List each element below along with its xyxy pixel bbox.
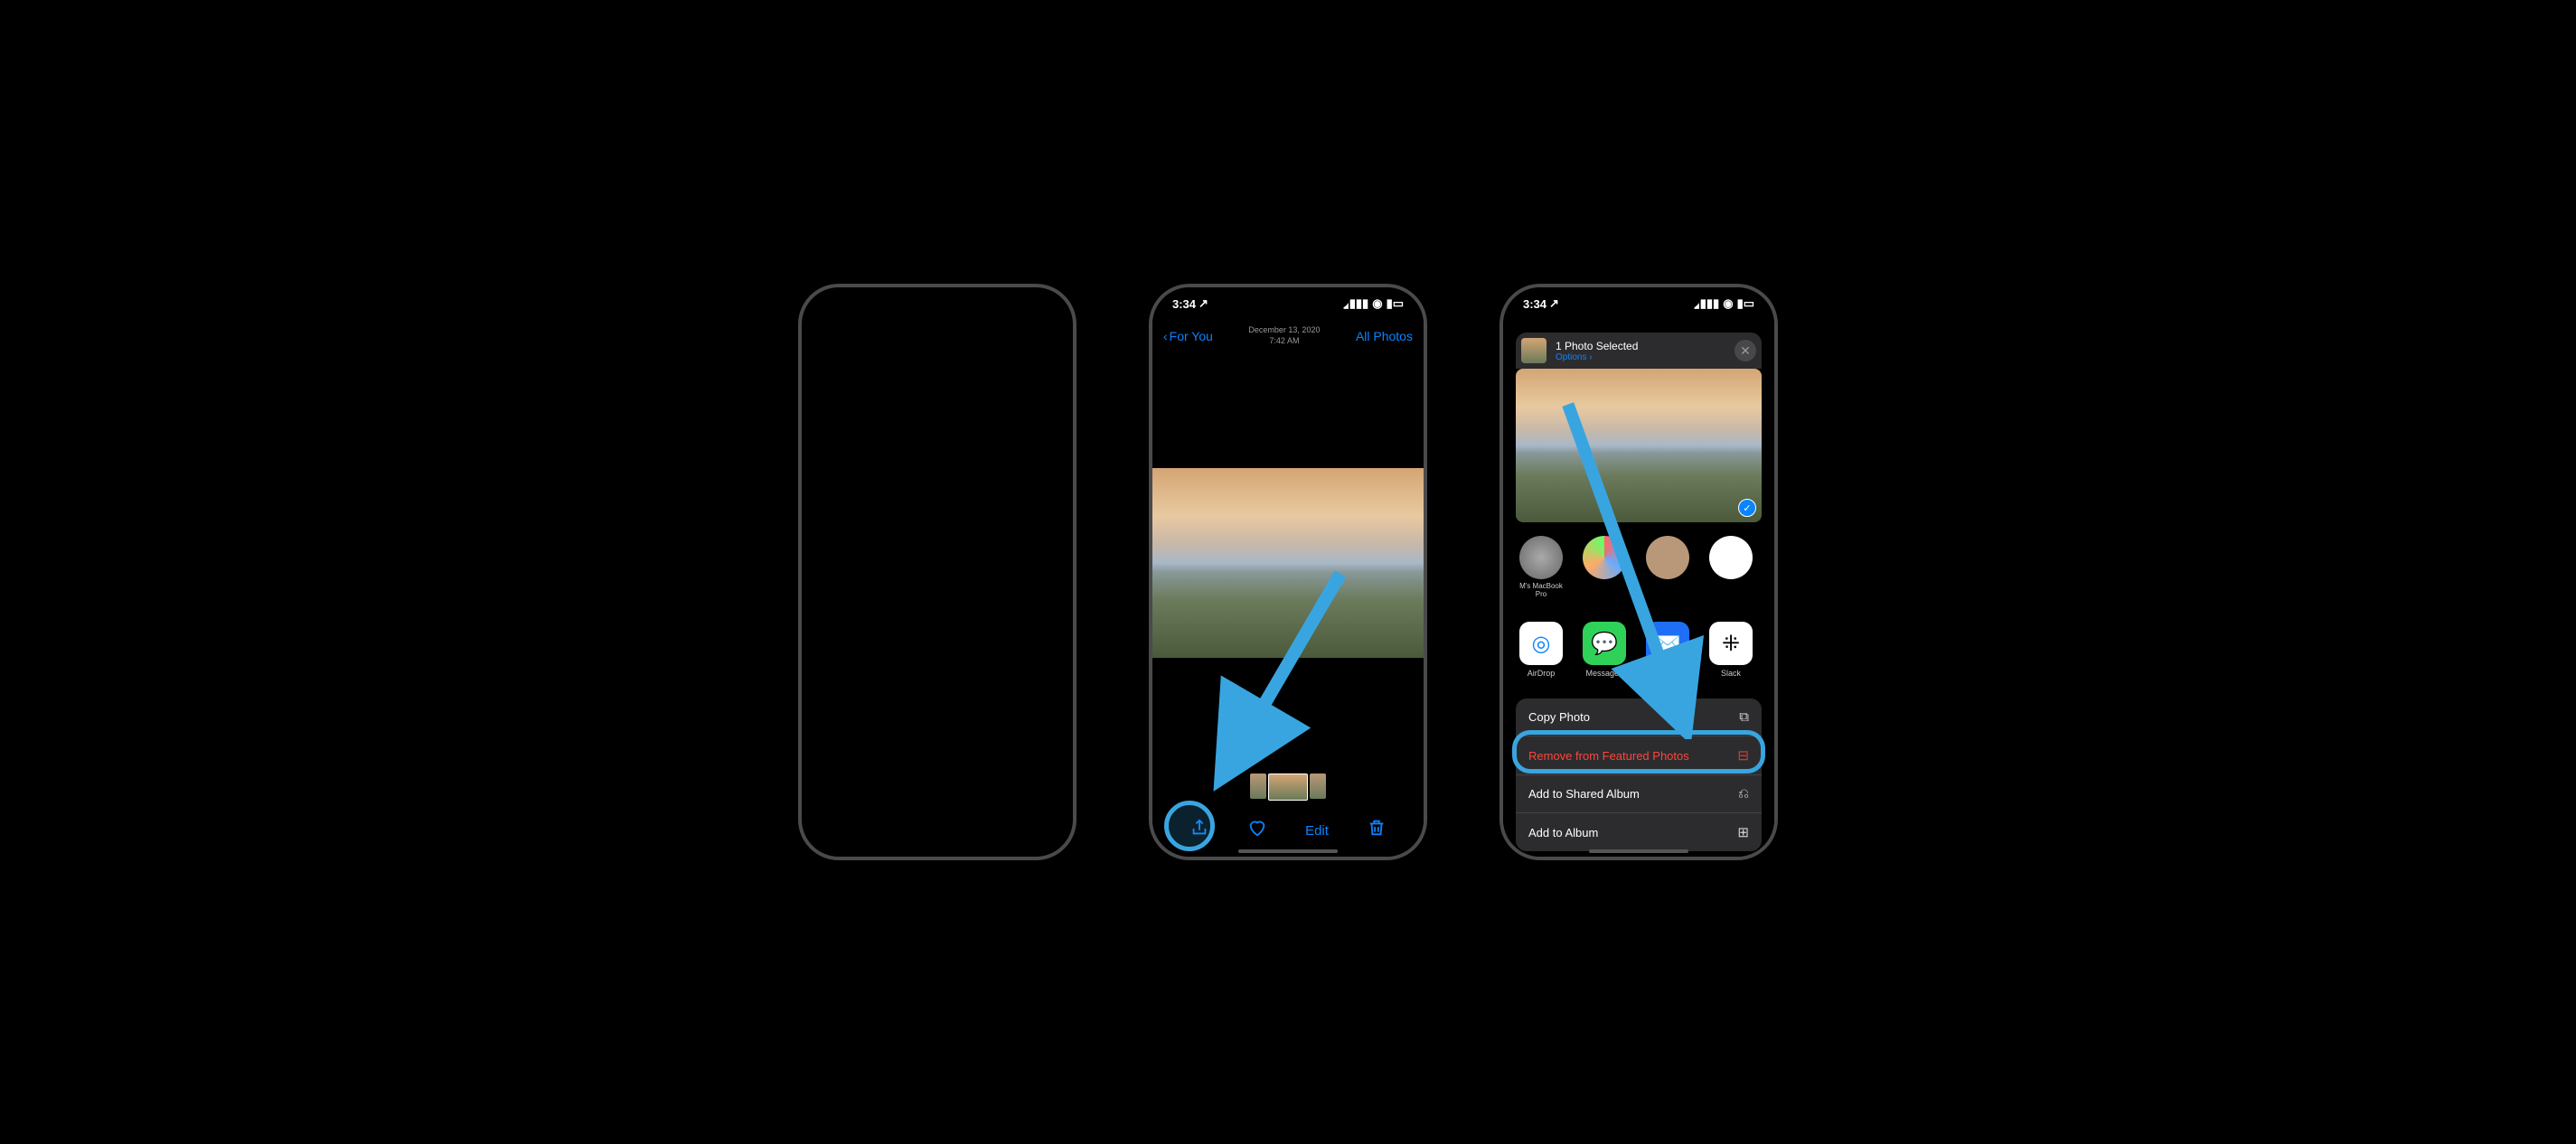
mail-share[interactable]: ✉️ Mail xyxy=(1642,622,1693,678)
app-label: Mail xyxy=(1660,669,1676,678)
add-shared-album-action[interactable]: Add to Shared Album ⎌ xyxy=(1516,775,1762,813)
home-indicator[interactable] xyxy=(1589,849,1688,853)
slack-icon: ⁜ xyxy=(1722,631,1740,657)
chevron-right-icon: › xyxy=(1589,352,1592,362)
thumbnail-selected[interactable] xyxy=(1268,774,1308,801)
photo-date: December 13, 2020 7:42 AM xyxy=(1248,325,1320,346)
share-actions: Copy Photo ⧉ Remove from Featured Photos… xyxy=(1516,699,1762,851)
copy-photo-action[interactable]: Copy Photo ⧉ xyxy=(1516,699,1762,736)
shared-album-icon: ⎌ xyxy=(1738,786,1749,802)
avatar-contact xyxy=(1646,536,1689,579)
status-icons: ▮▮▮▮◉▮▭ xyxy=(1343,295,1404,313)
heart-icon xyxy=(1247,818,1267,838)
app-label: Messages xyxy=(1585,669,1622,678)
app-label: AirDrop xyxy=(1528,669,1556,678)
notch xyxy=(1225,287,1351,310)
photo-display[interactable] xyxy=(1152,468,1424,658)
status-icons: ▮▮▮▮◉▮▭ xyxy=(1694,295,1754,313)
phone-photo-viewer: 3:34↗ ▮▮▮▮◉▮▭ ‹ For You December 13, 202… xyxy=(1149,284,1427,860)
action-label: Remove from Featured Photos xyxy=(1528,749,1689,763)
share-options-button[interactable]: Options › xyxy=(1556,352,1725,362)
share-header: 1 Photo Selected Options › ✕ xyxy=(1516,333,1762,369)
notch xyxy=(874,287,1001,310)
thumbnail[interactable] xyxy=(1250,774,1266,799)
share-apps-row: ◎ AirDrop 💬 Messages ✉️ Mail ⁜ Slack xyxy=(1516,622,1774,678)
album-icon: ⊞ xyxy=(1737,824,1749,840)
share-thumbnail xyxy=(1521,338,1547,363)
notch xyxy=(1575,287,1702,310)
back-label: For You xyxy=(1170,329,1213,343)
close-icon: ✕ xyxy=(1740,343,1751,359)
slack-share[interactable]: ⁜ Slack xyxy=(1706,622,1756,678)
all-photos-button[interactable]: All Photos xyxy=(1356,329,1413,343)
airdrop-app[interactable]: ◎ AirDrop xyxy=(1516,622,1566,678)
home-indicator[interactable] xyxy=(1238,849,1338,853)
close-button[interactable]: ✕ xyxy=(1735,340,1756,361)
location-arrow-icon: ↗ xyxy=(1549,296,1559,311)
add-album-action[interactable]: Add to Album ⊞ xyxy=(1516,813,1762,851)
phone-home-screen: 3:34↗ ▮▮▮▮ ◉ ▮▭ ☁️ 32° Are you enjoying … xyxy=(798,284,1076,860)
messages-icon: 💬 xyxy=(1591,631,1618,657)
avatar-group xyxy=(1583,536,1626,579)
share-preview[interactable]: ✓ xyxy=(1516,369,1762,522)
share-person[interactable] xyxy=(1579,536,1630,599)
edit-button[interactable]: Edit xyxy=(1305,823,1329,839)
share-title: 1 Photo Selected xyxy=(1556,340,1725,352)
phone-share-sheet: 3:34↗ ▮▮▮▮◉▮▭ 1 Photo Selected Options ›… xyxy=(1500,284,1778,860)
share-person[interactable] xyxy=(1642,536,1693,599)
share-icon xyxy=(1189,818,1209,838)
thumbnail[interactable] xyxy=(1310,774,1326,799)
photo-toolbar: Edit xyxy=(1152,818,1424,843)
action-label: Add to Album xyxy=(1528,826,1598,839)
share-button[interactable] xyxy=(1189,818,1209,843)
selected-check-icon: ✓ xyxy=(1738,499,1756,517)
status-time: 3:34 xyxy=(1523,297,1547,311)
delete-button[interactable] xyxy=(1367,818,1387,843)
photo-header: ‹ For You December 13, 2020 7:42 AM All … xyxy=(1152,325,1424,346)
status-time: 3:34 xyxy=(1172,297,1196,311)
thumbnail-strip[interactable] xyxy=(1250,774,1326,801)
action-label: Copy Photo xyxy=(1528,710,1590,724)
share-person[interactable] xyxy=(1706,536,1756,599)
mail-icon: ✉️ xyxy=(1654,631,1681,657)
avatar-memoji xyxy=(1709,536,1753,579)
messages-share[interactable]: 💬 Messages xyxy=(1579,622,1630,678)
share-people-row: M's MacBook Pro xyxy=(1516,536,1774,599)
location-arrow-icon: ↗ xyxy=(1199,296,1208,311)
action-label: Add to Shared Album xyxy=(1528,787,1640,801)
app-label: Slack xyxy=(1721,669,1741,678)
remove-featured-action[interactable]: Remove from Featured Photos ⊟ xyxy=(1516,736,1762,775)
favorite-button[interactable] xyxy=(1247,818,1267,843)
avatar-macbook xyxy=(1519,536,1563,579)
airdrop-icon: ◎ xyxy=(1532,631,1551,657)
back-button[interactable]: ‹ For You xyxy=(1163,329,1213,343)
share-person[interactable]: M's MacBook Pro xyxy=(1516,536,1566,599)
trash-icon xyxy=(1367,818,1387,838)
person-label: M's MacBook Pro xyxy=(1516,583,1566,599)
copy-icon: ⧉ xyxy=(1739,709,1749,725)
remove-icon: ⊟ xyxy=(1737,747,1749,764)
chevron-left-icon: ‹ xyxy=(1163,329,1168,343)
